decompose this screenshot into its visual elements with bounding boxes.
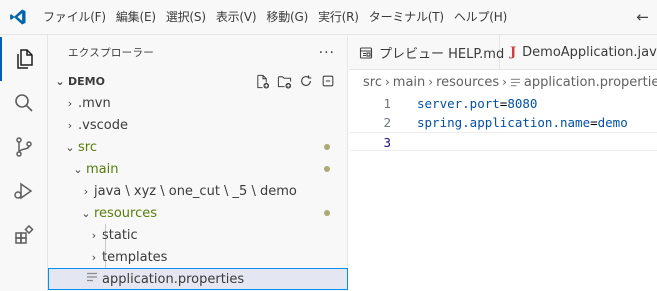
tree-item-label: src <box>78 139 97 155</box>
tab-demo-application[interactable]: J DemoApplication.java <box>500 35 657 70</box>
property-key: server.port <box>417 96 500 111</box>
menu-bar: ファイル(F) 編集(E) 選択(S) 表示(V) 移動(G) 実行(R) ター… <box>38 6 512 28</box>
chevron-right-icon: › <box>502 75 507 89</box>
modified-dot <box>324 210 330 216</box>
line-number: 2 <box>383 115 391 130</box>
chevron-down-icon: ⌄ <box>55 74 65 88</box>
explorer-title: エクスプローラー <box>68 47 155 59</box>
breadcrumb-item[interactable]: resources <box>436 75 499 90</box>
modified-dot <box>324 144 330 150</box>
tree-item-label: .mvn <box>78 95 111 111</box>
new-folder-icon[interactable] <box>276 73 292 89</box>
tree-item-label: java \ xyz \ one_cut \ _5 \ demo <box>94 183 297 199</box>
settings-file-icon <box>86 271 98 287</box>
tree-item-label: .vscode <box>78 117 128 133</box>
tree-item-main[interactable]: ⌄ main <box>48 158 348 180</box>
chevron-right-icon: › <box>67 96 73 110</box>
line-number: 3 <box>383 135 391 150</box>
property-key: spring.application.name <box>417 115 591 130</box>
collapse-all-icon[interactable] <box>320 73 336 89</box>
tab-label: プレビュー HELP.md <box>379 47 505 62</box>
modified-dot <box>324 166 330 172</box>
code-line: 2 spring.application.name = demo <box>349 113 657 132</box>
tree-item-label: resources <box>94 205 158 221</box>
menu-help[interactable]: ヘルプ(H) <box>449 6 512 28</box>
property-value: 8080 <box>507 96 538 111</box>
breadcrumb-item[interactable]: application.properties <box>524 75 657 90</box>
workspace-root-label: DEMO <box>68 74 105 88</box>
explorer-icon[interactable] <box>0 37 48 81</box>
chevron-right-icon: › <box>91 250 97 264</box>
property-equals: = <box>590 115 598 130</box>
workspace-root[interactable]: ⌄ DEMO <box>48 70 348 92</box>
tree-item-src[interactable]: ⌄ src <box>48 136 348 158</box>
menu-view[interactable]: 表示(V) <box>211 6 262 28</box>
chevron-down-icon: ⌄ <box>81 206 91 220</box>
more-actions-icon[interactable]: ··· <box>319 45 335 61</box>
tree-item-vscode[interactable]: › .vscode <box>48 114 348 136</box>
tree-item-label: templates <box>102 249 168 265</box>
tree-item-resources[interactable]: ⌄ resources <box>48 202 348 224</box>
editor-area: プレビュー HELP.md J DemoApplication.java src… <box>349 35 657 291</box>
code-line: 1 server.port = 8080 <box>349 94 657 113</box>
property-value: demo <box>597 115 628 130</box>
breadcrumb: src › main › resources › application.pro… <box>349 70 657 94</box>
chevron-right-icon: › <box>384 75 390 89</box>
explorer-header: エクスプローラー ··· <box>48 35 347 70</box>
menu-selection[interactable]: 選択(S) <box>161 6 211 28</box>
activity-bar <box>0 35 48 291</box>
menu-file[interactable]: ファイル(F) <box>38 6 111 28</box>
chevron-right-icon: › <box>67 118 73 132</box>
tree-item-label: application.properties <box>102 271 245 287</box>
explorer-sidebar: エクスプローラー ··· ⌄ DEMO › .mvn › .vscode ⌄ s… <box>48 35 348 291</box>
chevron-down-icon: ⌄ <box>73 162 83 176</box>
line-number: 1 <box>383 96 391 111</box>
breadcrumb-item[interactable]: src <box>363 75 382 90</box>
breadcrumb-item[interactable]: main <box>393 75 425 90</box>
tab-help-preview[interactable]: プレビュー HELP.md <box>349 35 504 70</box>
back-arrow-icon[interactable]: ← <box>636 8 649 26</box>
new-file-icon[interactable] <box>254 73 270 89</box>
run-debug-icon[interactable] <box>0 169 48 213</box>
code-editor[interactable]: 1 server.port = 8080 2 spring.application.… <box>349 94 657 151</box>
settings-file-icon <box>510 77 521 88</box>
tree-item-java-package[interactable]: › java \ xyz \ one_cut \ _5 \ demo <box>48 180 348 202</box>
java-icon: J <box>510 45 517 60</box>
menu-run[interactable]: 実行(R) <box>313 6 364 28</box>
tree-item-static[interactable]: › static <box>48 224 348 246</box>
title-bar: ファイル(F) 編集(E) 選択(S) 表示(V) 移動(G) 実行(R) ター… <box>0 0 657 35</box>
search-icon[interactable] <box>0 81 48 125</box>
tree-item-label: main <box>86 161 119 177</box>
tab-label: DemoApplication.java <box>522 45 657 60</box>
preview-icon <box>359 46 373 60</box>
menu-go[interactable]: 移動(G) <box>261 6 313 28</box>
chevron-right-icon: › <box>428 75 434 89</box>
editor-tabs: プレビュー HELP.md J DemoApplication.java <box>349 35 657 70</box>
tree-item-application-properties[interactable]: application.properties <box>48 268 348 290</box>
tree-item-label: static <box>102 227 138 243</box>
menu-edit[interactable]: 編集(E) <box>111 6 161 28</box>
chevron-right-icon: › <box>83 184 89 198</box>
extensions-icon[interactable] <box>0 213 48 257</box>
tree-item-templates[interactable]: › templates <box>48 246 348 268</box>
menu-terminal[interactable]: ターミナル(T) <box>364 6 449 28</box>
property-equals: = <box>499 96 508 111</box>
folder-actions <box>254 73 336 89</box>
refresh-icon[interactable] <box>298 73 314 89</box>
chevron-down-icon: ⌄ <box>65 140 75 154</box>
chevron-right-icon: › <box>91 228 97 242</box>
code-line-current: 3 <box>349 132 657 151</box>
source-control-icon[interactable] <box>0 125 48 169</box>
vscode-logo-icon <box>4 0 32 35</box>
tree-item-mvn[interactable]: › .mvn <box>48 92 348 114</box>
